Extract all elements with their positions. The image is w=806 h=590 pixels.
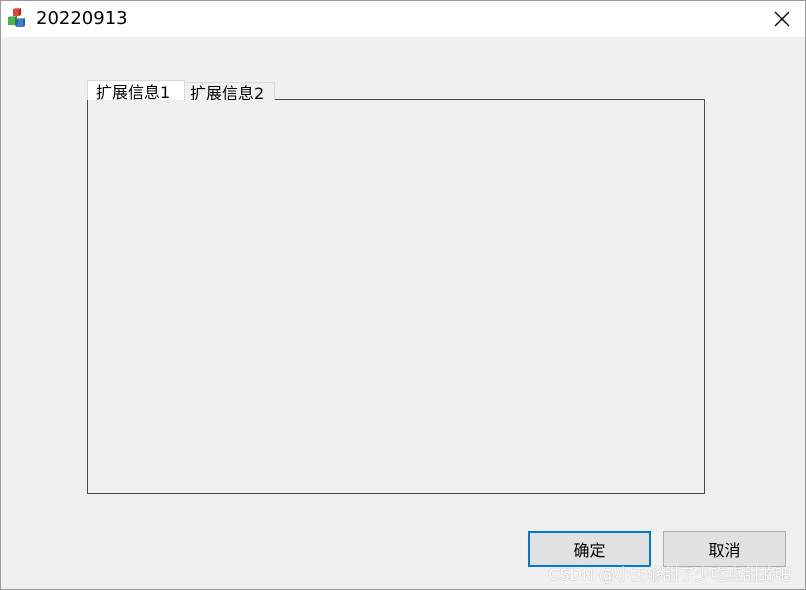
tab-extended-info-2[interactable]: 扩展信息2 (184, 82, 275, 100)
close-icon (774, 11, 790, 27)
app-cubes-icon (6, 7, 30, 31)
tab-extended-info-1[interactable]: 扩展信息1 (87, 80, 185, 100)
dialog-window: 20220913 扩展信息1 扩展信息2 确定 取消 CSDN @小王够甜了少吃… (0, 0, 806, 590)
tab-panel (87, 99, 705, 494)
watermark: CSDN @小王够甜了少吃点甜的吧 (548, 565, 791, 584)
close-button[interactable] (765, 5, 799, 33)
window-title: 20220913 (36, 8, 128, 29)
title-bar[interactable]: 20220913 (1, 1, 805, 37)
